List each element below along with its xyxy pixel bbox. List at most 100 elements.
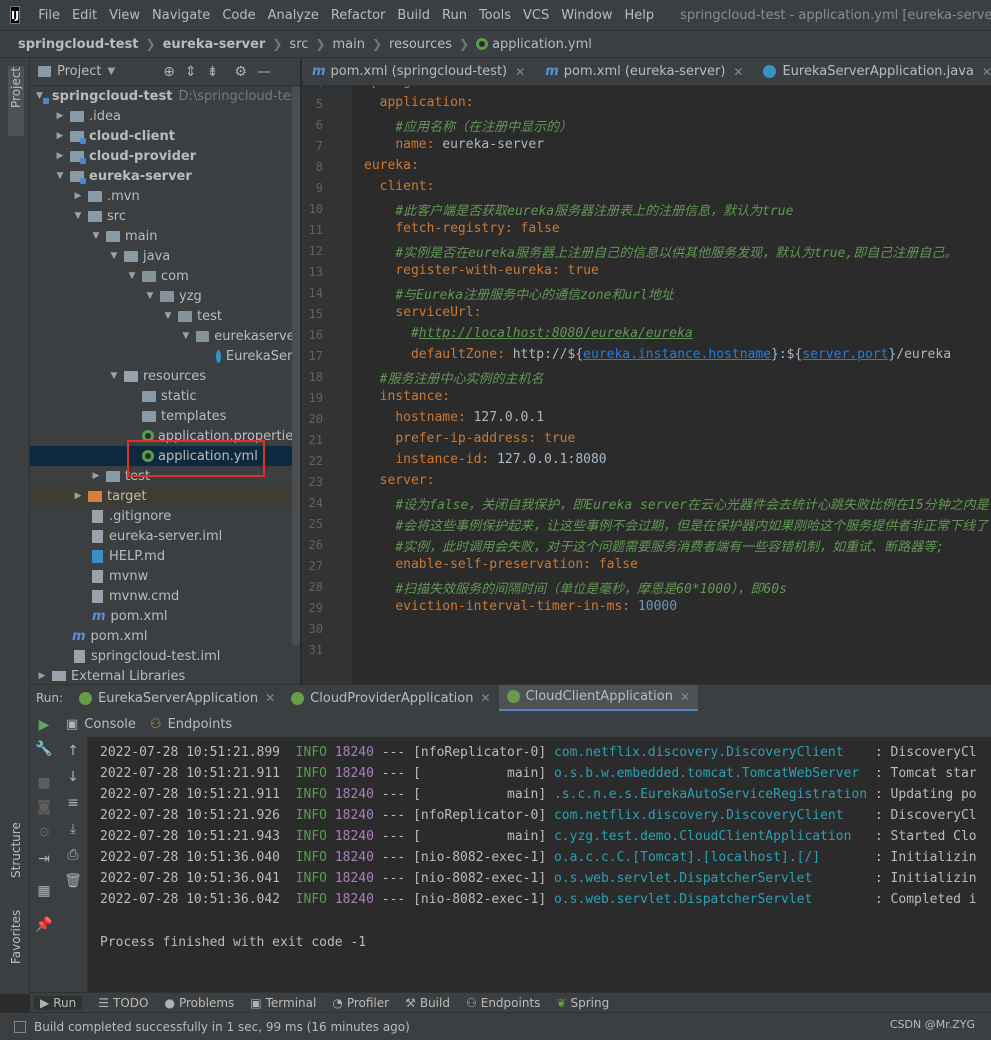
favorites-tool-label[interactable]: Favorites (9, 910, 23, 964)
tool-build[interactable]: ⚒ Build (405, 996, 450, 1010)
code-editor[interactable]: spring: application: #应用名称（在注册中显示的） name… (352, 86, 991, 684)
run-tab-eureka[interactable]: EurekaServerApplication ✕ (71, 685, 283, 712)
tool-endpoints[interactable]: ⚇ Endpoints (466, 996, 540, 1010)
tool-spring[interactable]: ❦ Spring (556, 996, 609, 1010)
tree-item-java[interactable]: ▼ java (30, 246, 300, 266)
tree-item-com[interactable]: ▼ com (30, 266, 300, 286)
print-icon[interactable]: ⎙ (63, 847, 83, 863)
tree-item-springcloud-iml[interactable]: springcloud-test.iml (30, 646, 300, 666)
tool-terminal[interactable]: ▣ Terminal (250, 996, 316, 1010)
tab-console[interactable]: ▣ Console (66, 717, 136, 732)
tree-item-cloud-client[interactable]: ▶ cloud-client (30, 126, 300, 146)
property-reference[interactable]: server.port (802, 347, 888, 362)
minimize-icon[interactable]: — (257, 64, 271, 80)
arrow-down-icon[interactable]: ↓ (63, 769, 83, 785)
status-message[interactable]: Build completed successfully in 1 sec, 9… (34, 1020, 410, 1034)
tab-pom-eureka-server[interactable]: m pom.xml (eureka-server) ✕ (535, 58, 753, 85)
tree-item-static[interactable]: static (30, 386, 300, 406)
breadcrumb-resources[interactable]: resources (389, 37, 452, 52)
menu-vcs[interactable]: VCS (517, 8, 555, 23)
project-panel-title[interactable]: Project (57, 64, 101, 79)
chevron-down-icon[interactable]: ▼ (107, 66, 115, 77)
stop-icon[interactable]: ■ (34, 775, 54, 791)
tool-profiler[interactable]: ◔ Profiler (332, 996, 389, 1010)
tool-run[interactable]: ▶ Run (34, 995, 83, 1010)
collapse-all-icon[interactable]: ⇟ (207, 64, 219, 80)
menu-tools[interactable]: Tools (473, 8, 517, 23)
gear-icon[interactable]: ⚙ (234, 64, 247, 80)
menu-analyze[interactable]: Analyze (262, 8, 325, 23)
wrench-icon[interactable]: 🔧 (34, 741, 54, 757)
project-tool-label[interactable]: Project (9, 67, 23, 108)
menu-help[interactable]: Help (618, 8, 660, 23)
tree-item-gitignore[interactable]: .gitignore (30, 506, 300, 526)
tree-item-external-libraries[interactable]: ▶ External Libraries (30, 666, 300, 684)
tool-windows-toggle-icon[interactable] (14, 1020, 26, 1033)
tree-item-mvnw[interactable]: mvnw (30, 566, 300, 586)
menu-window[interactable]: Window (555, 8, 618, 23)
camera-icon[interactable]: ◙ (34, 799, 54, 815)
tree-item-springcloud-test[interactable]: ▼ springcloud-test D:\springcloud-test (30, 86, 300, 106)
run-tab-provider[interactable]: CloudProviderApplication ✕ (283, 685, 498, 712)
login-icon[interactable]: ⇥ (34, 851, 54, 867)
tree-item-eureka-server-iml[interactable]: eureka-server.iml (30, 526, 300, 546)
tree-item-eurekaserver[interactable]: ▼ eurekaserver (30, 326, 300, 346)
rerun-icon[interactable]: ▶ (34, 717, 54, 733)
pin-icon[interactable]: 📌 (34, 917, 54, 933)
property-reference[interactable]: eureka.instance.hostname (583, 347, 771, 362)
url-link[interactable]: http://localhost:8080/eureka/eureka (419, 326, 693, 341)
tree-scrollbar[interactable] (292, 86, 300, 646)
tree-item-mvn[interactable]: ▶ .mvn (30, 186, 300, 206)
tab-endpoints[interactable]: ⚇ Endpoints (150, 717, 232, 732)
menu-file[interactable]: File (32, 8, 66, 23)
tree-item-help-md[interactable]: HELP.md (30, 546, 300, 566)
tree-item-resources[interactable]: ▼ resources (30, 366, 300, 386)
tree-item-pom-root[interactable]: m pom.xml (30, 626, 300, 646)
breadcrumb-file[interactable]: application.yml (492, 37, 592, 52)
arrow-up-icon[interactable]: ↑ (63, 743, 83, 759)
tree-item-cloud-provider[interactable]: ▶ cloud-provider (30, 146, 300, 166)
tree-item-eureka-server[interactable]: ▼ eureka-server (30, 166, 300, 186)
menu-edit[interactable]: Edit (66, 8, 103, 23)
tree-item-templates[interactable]: templates (30, 406, 300, 426)
tab-pom-springcloud-test[interactable]: m pom.xml (springcloud-test) ✕ (302, 58, 535, 85)
close-icon[interactable]: ✕ (265, 691, 275, 705)
tool-todo[interactable]: ☰ TODO (98, 996, 148, 1010)
trash-icon[interactable]: 🗑 (63, 873, 83, 889)
menu-build[interactable]: Build (391, 8, 436, 23)
tree-item-yzg[interactable]: ▼ yzg (30, 286, 300, 306)
tool-problems[interactable]: ● Problems (164, 996, 234, 1010)
menu-code[interactable]: Code (216, 8, 261, 23)
soft-wrap-icon[interactable]: ≡ (63, 795, 83, 811)
breadcrumb-main[interactable]: main (332, 37, 364, 52)
close-icon[interactable]: ✕ (733, 65, 743, 79)
tab-eureka-server-application[interactable]: EurekaServerApplication.java ✕ (753, 58, 991, 85)
close-icon[interactable]: ✕ (982, 65, 991, 79)
breadcrumb-project[interactable]: springcloud-test (18, 37, 139, 52)
tree-item-src[interactable]: ▼ src (30, 206, 300, 226)
close-icon[interactable]: ✕ (480, 691, 490, 705)
menu-view[interactable]: View (103, 8, 146, 23)
breadcrumb-src[interactable]: src (289, 37, 308, 52)
menu-run[interactable]: Run (436, 8, 473, 23)
console-output[interactable]: 2022-07-28 10:51:21.899 INFO 18240 --- [… (88, 737, 991, 992)
locate-icon[interactable]: ⊕ (163, 64, 175, 80)
tree-item-pom-eureka[interactable]: m pom.xml (30, 606, 300, 626)
close-icon[interactable]: ✕ (515, 65, 525, 79)
tree-item-test-package[interactable]: ▼ test (30, 306, 300, 326)
scroll-to-end-icon[interactable]: ⤓ (63, 821, 83, 837)
menu-navigate[interactable]: Navigate (146, 8, 216, 23)
tree-item-main[interactable]: ▼ main (30, 226, 300, 246)
tree-item-eureka-application-class[interactable]: EurekaServ (30, 346, 300, 366)
breadcrumb-module[interactable]: eureka-server (163, 37, 266, 52)
structure-tool-label[interactable]: Structure (9, 822, 23, 878)
close-icon[interactable]: ✕ (680, 690, 690, 704)
tree-item-target[interactable]: ▶ target (30, 486, 300, 506)
layout-icon[interactable]: ▦ (34, 883, 54, 899)
gear-icon[interactable]: ⚙ (34, 825, 54, 841)
run-tab-client[interactable]: CloudClientApplication ✕ (498, 684, 698, 712)
menu-refactor[interactable]: Refactor (325, 8, 392, 23)
expand-all-icon[interactable]: ⇕ (185, 64, 197, 80)
tree-item-mvnw-cmd[interactable]: mvnw.cmd (30, 586, 300, 606)
tree-item-idea[interactable]: ▶ .idea (30, 106, 300, 126)
